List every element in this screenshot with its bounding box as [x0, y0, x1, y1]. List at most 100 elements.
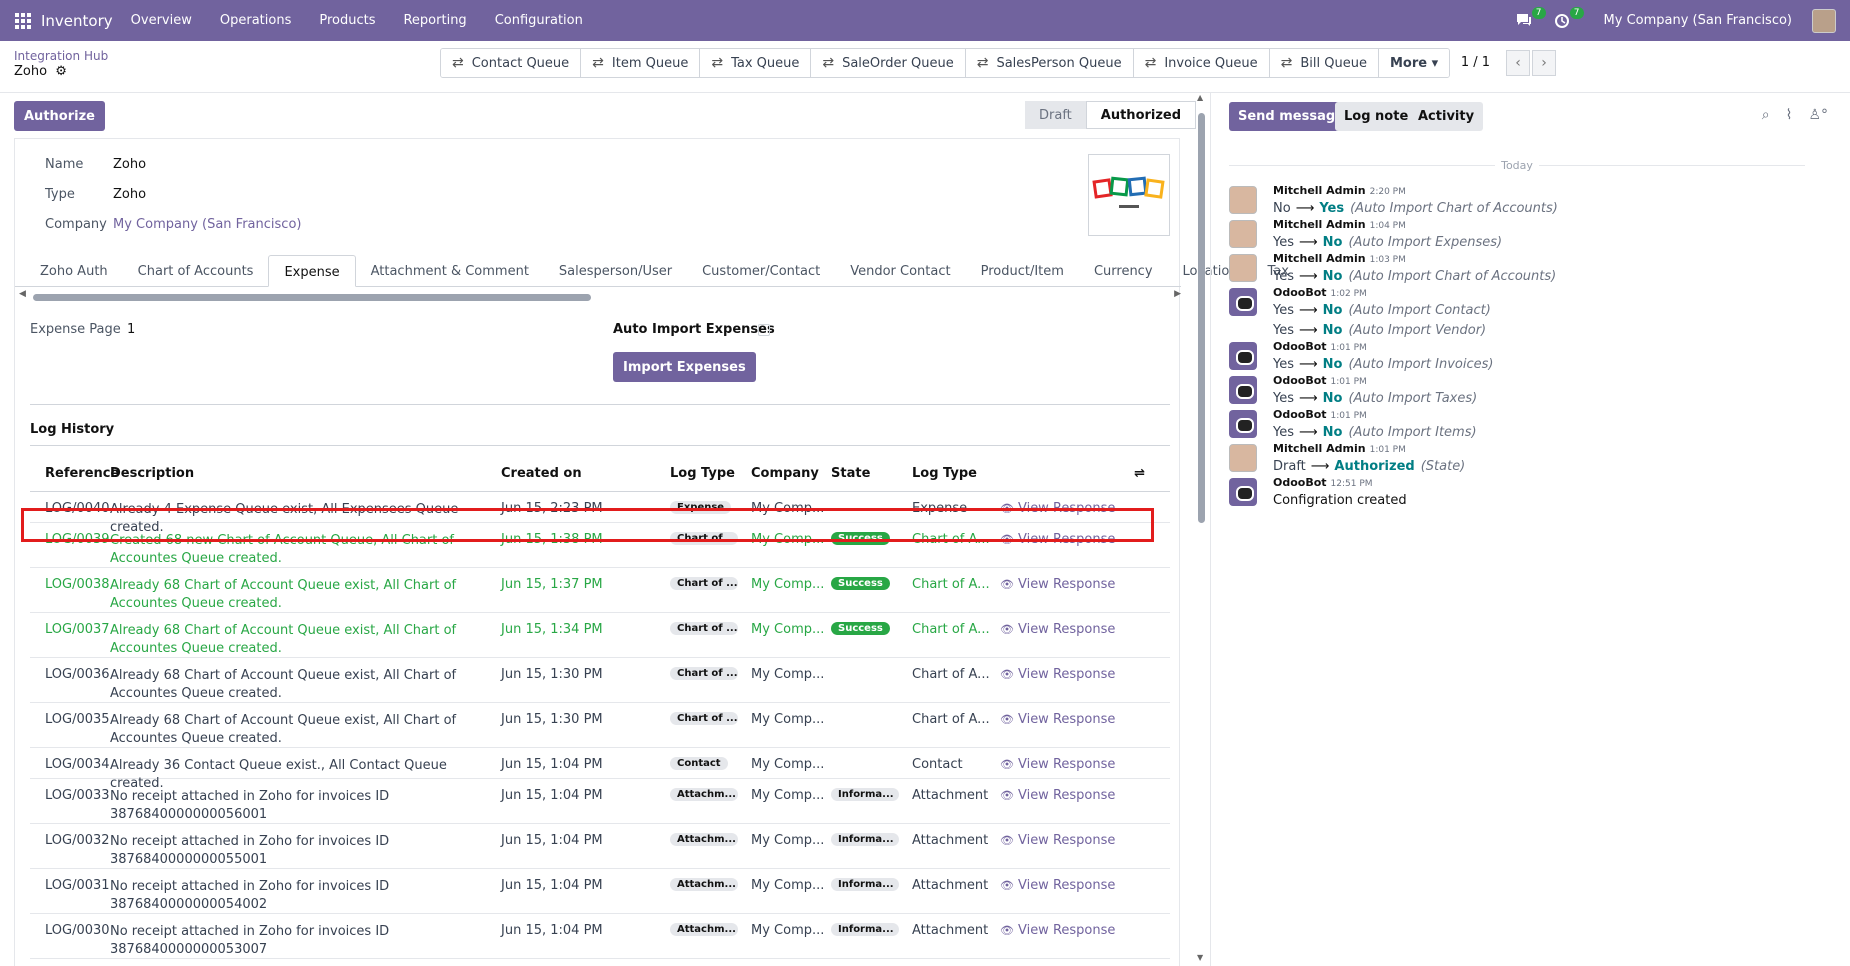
message-author[interactable]: Mitchell Admin 1:03 PM: [1273, 252, 1406, 265]
search-icon[interactable]: ⌕: [1762, 107, 1770, 123]
pager-next-button[interactable]: ›: [1532, 50, 1556, 76]
col-state[interactable]: State: [831, 466, 912, 481]
view-response-button[interactable]: 👁 View Response: [1000, 622, 1150, 637]
table-row[interactable]: LOG/0031 No receipt attached in Zoho for …: [30, 869, 1170, 914]
scrollbar-thumb[interactable]: [33, 294, 591, 301]
view-response-link[interactable]: 👁 View Response: [1000, 757, 1115, 772]
scroll-right-icon[interactable]: ▶: [1174, 289, 1181, 299]
table-row[interactable]: LOG/0040 Already 4 Expense Queue exist, A…: [30, 492, 1170, 535]
table-row[interactable]: LOG/0037 Already 68 Chart of Account Queu…: [30, 613, 1170, 658]
user-avatar[interactable]: [1229, 186, 1257, 214]
view-response-button[interactable]: 👁 View Response: [1000, 667, 1150, 682]
app-name[interactable]: Inventory: [41, 12, 113, 30]
view-response-button[interactable]: 👁 View Response: [1000, 532, 1150, 547]
view-response-link[interactable]: 👁 View Response: [1000, 923, 1115, 938]
messages-icon[interactable]: 7: [1516, 6, 1546, 29]
table-row[interactable]: LOG/0035 Already 68 Chart of Account Queu…: [30, 703, 1170, 748]
message-author[interactable]: OdooBot 1:01 PM: [1273, 408, 1367, 421]
message-author[interactable]: OdooBot 1:01 PM: [1273, 340, 1367, 353]
stage-authorized[interactable]: Authorized: [1085, 101, 1197, 129]
view-response-button[interactable]: 👁 View Response: [1000, 878, 1150, 893]
paperclip-icon[interactable]: ⌇: [1786, 107, 1793, 123]
breadcrumb-parent[interactable]: Integration Hub: [14, 49, 108, 63]
tab-vendor-contact[interactable]: Vendor Contact: [835, 255, 965, 287]
authorize-button[interactable]: Authorize: [14, 101, 105, 131]
col-log-type[interactable]: Log Type: [912, 466, 1000, 481]
table-row[interactable]: LOG/0038 Already 68 Chart of Account Queu…: [30, 568, 1170, 613]
user-avatar[interactable]: [1229, 220, 1257, 248]
tab-salesperson-user[interactable]: Salesperson/User: [544, 255, 687, 287]
tab-customer-contact[interactable]: Customer/Contact: [687, 255, 835, 287]
optional-columns-icon[interactable]: ⇌: [1000, 466, 1150, 481]
type-field[interactable]: Zoho: [113, 187, 146, 202]
message-author[interactable]: Mitchell Admin 1:04 PM: [1273, 218, 1406, 231]
odoobot-avatar[interactable]: [1229, 478, 1257, 506]
col-company[interactable]: Company: [751, 466, 831, 481]
view-response-link[interactable]: 👁 View Response: [1000, 501, 1115, 516]
view-response-link[interactable]: 👁 View Response: [1000, 833, 1115, 848]
view-response-button[interactable]: 👁 View Response: [1000, 923, 1150, 938]
message-author[interactable]: OdooBot 1:02 PM: [1273, 286, 1367, 299]
tab-chart-of-accounts[interactable]: Chart of Accounts: [123, 255, 269, 287]
scroll-left-icon[interactable]: ◀: [19, 289, 26, 299]
odoobot-avatar[interactable]: [1229, 410, 1257, 438]
name-field[interactable]: Zoho: [113, 157, 146, 172]
contact-queue-button[interactable]: ⇄ Contact Queue: [441, 49, 582, 77]
stage-draft[interactable]: Draft: [1025, 101, 1086, 129]
view-response-button[interactable]: 👁 View Response: [1000, 577, 1150, 592]
tab-expense[interactable]: Expense: [268, 255, 356, 287]
col-created-on[interactable]: Created on: [501, 466, 670, 481]
table-row[interactable]: LOG/0032 No receipt attached in Zoho for …: [30, 824, 1170, 869]
company-switcher[interactable]: My Company (San Francisco): [1604, 13, 1792, 28]
table-row[interactable]: LOG/0034 Already 36 Contact Queue exist.,…: [30, 748, 1170, 791]
view-response-button[interactable]: 👁 View Response: [1000, 833, 1150, 848]
company-field[interactable]: My Company (San Francisco): [113, 217, 301, 232]
view-response-button[interactable]: 👁 View Response: [1000, 712, 1150, 727]
scroll-down-icon[interactable]: ▼: [1197, 953, 1203, 962]
user-avatar[interactable]: [1229, 254, 1257, 282]
message-author[interactable]: Mitchell Admin 2:20 PM: [1273, 184, 1406, 197]
form-vertical-scrollbar[interactable]: ▲ ▼: [1196, 93, 1208, 966]
tabs-horizontal-scrollbar[interactable]: ◀ ▶: [19, 289, 1181, 302]
pager-value[interactable]: 1 / 1: [1461, 55, 1490, 70]
menu-overview[interactable]: Overview: [131, 13, 192, 28]
user-avatar[interactable]: [1812, 8, 1836, 33]
odoobot-avatar[interactable]: [1229, 376, 1257, 404]
tax-queue-button[interactable]: ⇄ Tax Queue: [700, 49, 812, 77]
col-reference[interactable]: Reference: [30, 466, 119, 481]
scroll-up-icon[interactable]: ▲: [1197, 93, 1203, 102]
col-description[interactable]: Description: [110, 465, 501, 483]
view-response-button[interactable]: 👁 View Response: [1000, 757, 1150, 772]
activities-icon[interactable]: 7: [1554, 6, 1584, 29]
view-response-link[interactable]: 👁 View Response: [1000, 712, 1115, 727]
tab-currency[interactable]: Currency: [1079, 255, 1168, 287]
menu-reporting[interactable]: Reporting: [403, 13, 466, 28]
tab-zoho-auth[interactable]: Zoho Auth: [25, 255, 123, 287]
salesperson-queue-button[interactable]: ⇄ SalesPerson Queue: [965, 49, 1134, 77]
user-avatar[interactable]: [1229, 444, 1257, 472]
bill-queue-button[interactable]: ⇄ Bill Queue: [1269, 49, 1379, 77]
scrollbar-thumb[interactable]: [1198, 113, 1205, 523]
item-queue-button[interactable]: ⇄ Item Queue: [581, 49, 701, 77]
tab-product-item[interactable]: Product/Item: [966, 255, 1079, 287]
odoobot-avatar[interactable]: [1229, 342, 1257, 370]
view-response-button[interactable]: 👁 View Response: [1000, 501, 1150, 516]
saleorder-queue-button[interactable]: ⇄ SaleOrder Queue: [811, 49, 966, 77]
table-row[interactable]: LOG/0036 Already 68 Chart of Account Queu…: [30, 658, 1170, 703]
menu-products[interactable]: Products: [319, 13, 375, 28]
message-author[interactable]: Mitchell Admin 1:01 PM: [1273, 442, 1406, 455]
auto-import-expenses-checkbox[interactable]: [758, 324, 770, 336]
menu-configuration[interactable]: Configuration: [495, 13, 583, 28]
message-author[interactable]: OdooBot 12:51 PM: [1273, 476, 1373, 489]
gear-icon[interactable]: ⚙: [55, 64, 67, 79]
view-response-link[interactable]: 👁 View Response: [1000, 577, 1115, 592]
view-response-link[interactable]: 👁 View Response: [1000, 667, 1115, 682]
odoobot-avatar[interactable]: [1229, 288, 1257, 316]
tab-attachment-comment[interactable]: Attachment & Comment: [356, 255, 544, 287]
pager-previous-button[interactable]: ‹: [1506, 50, 1530, 76]
activity-button[interactable]: Activity: [1409, 102, 1484, 131]
more-dropdown-button[interactable]: More ▾: [1378, 49, 1450, 77]
expense-page-field[interactable]: 1: [127, 322, 135, 337]
view-response-link[interactable]: 👁 View Response: [1000, 878, 1115, 893]
message-author[interactable]: OdooBot 1:01 PM: [1273, 374, 1367, 387]
